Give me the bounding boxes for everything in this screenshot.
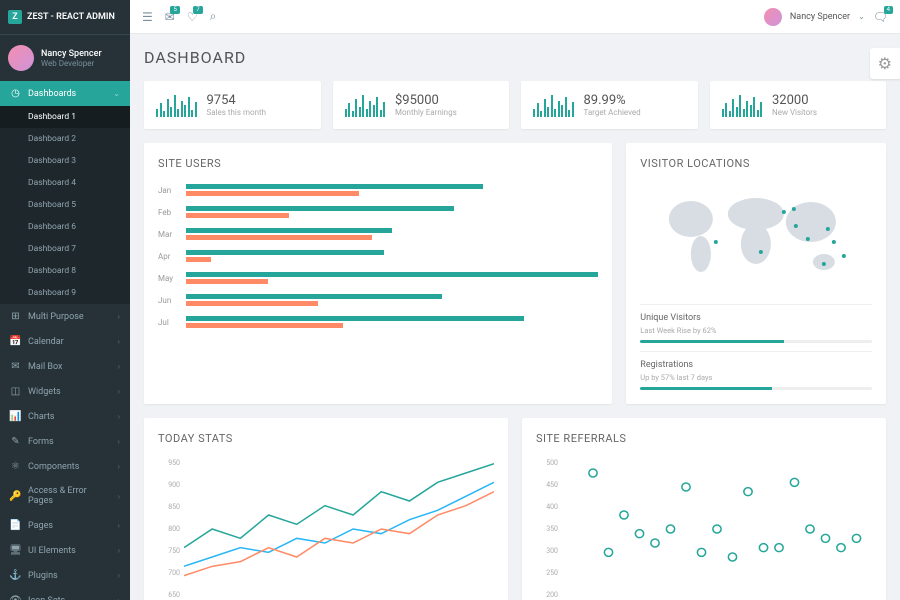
bar-row: Mar xyxy=(158,228,598,240)
nav-icon: ✉ xyxy=(10,361,21,372)
chevron-right-icon: › xyxy=(118,387,120,396)
bar-row: Apr xyxy=(158,250,598,262)
sidebar-sub-item[interactable]: Dashboard 6 xyxy=(0,216,130,238)
chevron-right-icon: › xyxy=(118,462,120,471)
content: ⚙ DASHBOARD 9754Sales this month$95000Mo… xyxy=(130,34,900,600)
today-stats-chart: 950900850800750700650 xyxy=(158,459,494,599)
profile-name: Nancy Spencer xyxy=(41,49,102,59)
sidebar-sub-item[interactable]: Dashboard 9 xyxy=(0,282,130,304)
site-referrals-chart: 500450400350300250200 xyxy=(536,459,872,599)
chevron-down-icon: ⌄ xyxy=(113,89,120,98)
dashboard-icon: ◷ xyxy=(10,88,21,99)
sidebar-sub-item[interactable]: Dashboard 3 xyxy=(0,150,130,172)
bell-icon[interactable]: ♡7 xyxy=(187,10,198,24)
metric: RegistrationsUp by 57% last 7 days xyxy=(640,351,872,390)
nav-icon: 📅 xyxy=(10,336,21,347)
brand-logo: Z xyxy=(8,10,22,24)
stat-card: 89.99%Target Achieved xyxy=(521,81,698,129)
topbar: ☰ ✉5 ♡7 ⌕ Nancy Spencer ⌄ 🗨4 xyxy=(130,0,900,34)
chevron-right-icon: › xyxy=(118,337,120,346)
nav-item[interactable]: ⚛Components› xyxy=(0,454,130,479)
nav-item[interactable]: 📄Pages› xyxy=(0,513,130,538)
chevron-down-icon[interactable]: ⌄ xyxy=(858,12,865,21)
chevron-right-icon: › xyxy=(118,312,120,321)
world-map xyxy=(640,184,872,294)
sidebar: Z ZEST - REACT ADMIN Nancy Spencer Web D… xyxy=(0,0,130,600)
nav-icon: ✎ xyxy=(10,436,21,447)
menu-icon[interactable]: ☰ xyxy=(142,10,153,24)
nav-item[interactable]: 📅Calendar› xyxy=(0,329,130,354)
mail-icon[interactable]: ✉5 xyxy=(165,10,175,24)
nav-icon: 🔑 xyxy=(10,491,21,502)
nav-icon: ⚓ xyxy=(10,570,21,581)
bar-row: Jan xyxy=(158,184,598,196)
brand-text: ZEST - REACT ADMIN xyxy=(27,12,115,22)
chevron-right-icon: › xyxy=(118,571,120,580)
nav-item[interactable]: 📊Charts› xyxy=(0,404,130,429)
stat-card: 9754Sales this month xyxy=(144,81,321,129)
sidebar-sub-item[interactable]: Dashboard 2 xyxy=(0,128,130,150)
search-icon[interactable]: ⌕ xyxy=(210,9,217,24)
chevron-right-icon: › xyxy=(118,437,120,446)
stat-card: $95000Monthly Earnings xyxy=(333,81,510,129)
chevron-right-icon: › xyxy=(118,521,120,530)
nav-item[interactable]: ✉Mail Box› xyxy=(0,354,130,379)
visitor-locations-card: VISITOR LOCATIONS Unique VisitorsLast We… xyxy=(626,143,886,404)
sidebar-profile[interactable]: Nancy Spencer Web Developer xyxy=(0,35,130,81)
nav-item[interactable]: ◫Widgets› xyxy=(0,379,130,404)
bar-row: Jul xyxy=(158,316,598,328)
nav-icon: 📊 xyxy=(10,411,21,422)
nav-icon: 👁 xyxy=(10,595,21,600)
nav-icon: 📄 xyxy=(10,520,21,531)
site-referrals-card: SITE REFERRALS 500450400350300250200 xyxy=(522,418,886,600)
gear-icon: ⚙ xyxy=(878,54,892,73)
chevron-right-icon: › xyxy=(118,492,120,501)
nav-icon: 🖥 xyxy=(10,545,21,556)
stats-row: 9754Sales this month$95000Monthly Earnin… xyxy=(144,81,886,129)
nav-item[interactable]: 🔑Access & Error Pages› xyxy=(0,479,130,513)
nav-icon: ⚛ xyxy=(10,461,21,472)
chevron-right-icon: › xyxy=(118,546,120,555)
sparkline xyxy=(156,93,197,117)
bar-row: Feb xyxy=(158,206,598,218)
page-title: DASHBOARD xyxy=(144,48,886,67)
chevron-right-icon: › xyxy=(118,362,120,371)
sparkline xyxy=(345,93,386,117)
sparkline xyxy=(722,93,763,117)
topbar-username[interactable]: Nancy Spencer xyxy=(790,12,850,22)
avatar xyxy=(8,45,34,71)
chevron-right-icon: › xyxy=(118,412,120,421)
nav-item[interactable]: ⚓Plugins› xyxy=(0,563,130,588)
nav-icon: ◫ xyxy=(10,386,21,397)
chat-icon[interactable]: 🗨4 xyxy=(873,10,888,24)
bar-row: Jun xyxy=(158,294,598,306)
stat-card: 32000New Visitors xyxy=(710,81,887,129)
sidebar-sub-item[interactable]: Dashboard 7 xyxy=(0,238,130,260)
brand: Z ZEST - REACT ADMIN xyxy=(0,0,130,35)
sidebar-sub-item[interactable]: Dashboard 4 xyxy=(0,172,130,194)
sidebar-sub-item[interactable]: Dashboard 8 xyxy=(0,260,130,282)
metric: Unique VisitorsLast Week Rise by 62% xyxy=(640,304,872,343)
sparkline xyxy=(533,93,574,117)
today-stats-card: TODAY STATS 950900850800750700650 xyxy=(144,418,508,600)
nav-icon: ⊞ xyxy=(10,311,21,322)
sidebar-sub-item[interactable]: Dashboard 5 xyxy=(0,194,130,216)
sidebar-sub-item[interactable]: Dashboard 1 xyxy=(0,106,130,128)
main: ☰ ✉5 ♡7 ⌕ Nancy Spencer ⌄ 🗨4 ⚙ DASHBOARD… xyxy=(130,0,900,600)
topbar-avatar[interactable] xyxy=(764,8,782,26)
nav-item[interactable]: ✎Forms› xyxy=(0,429,130,454)
nav-item[interactable]: 🖥UI Elements› xyxy=(0,538,130,563)
site-users-chart: Jan Feb Mar Apr May Jun Jul xyxy=(158,184,598,328)
nav-item[interactable]: 👁Icon Sets› xyxy=(0,588,130,600)
site-users-card: SITE USERS JanFebMarAprMayJunJul xyxy=(144,143,612,404)
settings-button[interactable]: ⚙ xyxy=(870,48,900,79)
profile-role: Web Developer xyxy=(41,59,102,68)
chevron-right-icon: › xyxy=(118,596,120,600)
bar-row: May xyxy=(158,272,598,284)
nav-item[interactable]: ⊞Multi Purpose› xyxy=(0,304,130,329)
nav-dashboards[interactable]: ◷ Dashboards ⌄ xyxy=(0,81,130,106)
